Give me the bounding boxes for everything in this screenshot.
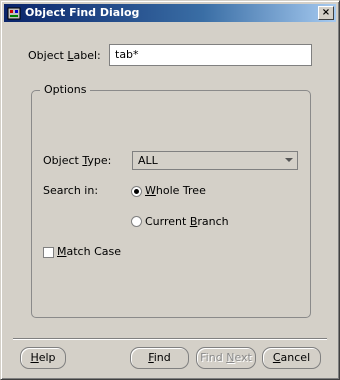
object-label-input[interactable]: tab*	[109, 44, 312, 66]
current-branch-radio[interactable]	[131, 216, 142, 227]
button-separator	[13, 338, 327, 340]
match-case-checkbox[interactable]	[43, 247, 54, 258]
search-in-label: Search in:	[43, 184, 99, 197]
object-find-dialog: Object Find Dialog × Object Label: tab* …	[0, 0, 340, 380]
dropdown-arrow-icon[interactable]	[285, 158, 293, 162]
match-case-label[interactable]: Match Case	[57, 245, 121, 259]
close-button[interactable]: ×	[318, 6, 334, 20]
cancel-button[interactable]: Cancel	[262, 347, 321, 369]
app-icon	[7, 7, 21, 20]
title-bar[interactable]: Object Find Dialog ×	[4, 4, 336, 22]
options-group	[31, 90, 311, 318]
object-type-select[interactable]: ALL	[132, 151, 298, 170]
find-next-button[interactable]: Find Next	[196, 347, 256, 369]
help-button[interactable]: Help	[20, 347, 66, 369]
object-type-value: ALL	[138, 154, 158, 167]
find-button[interactable]: Find	[130, 347, 189, 369]
current-branch-label[interactable]: Current Branch	[145, 215, 229, 229]
options-group-title: Options	[40, 83, 91, 97]
close-icon: ×	[321, 7, 331, 18]
object-label-label: Object Label:	[28, 49, 101, 62]
object-label-value: tab*	[115, 48, 139, 61]
whole-tree-label[interactable]: Whole Tree	[145, 184, 206, 198]
object-type-label: Object Type:	[43, 154, 112, 167]
window-title: Object Find Dialog	[25, 6, 140, 19]
whole-tree-radio[interactable]	[131, 186, 142, 197]
